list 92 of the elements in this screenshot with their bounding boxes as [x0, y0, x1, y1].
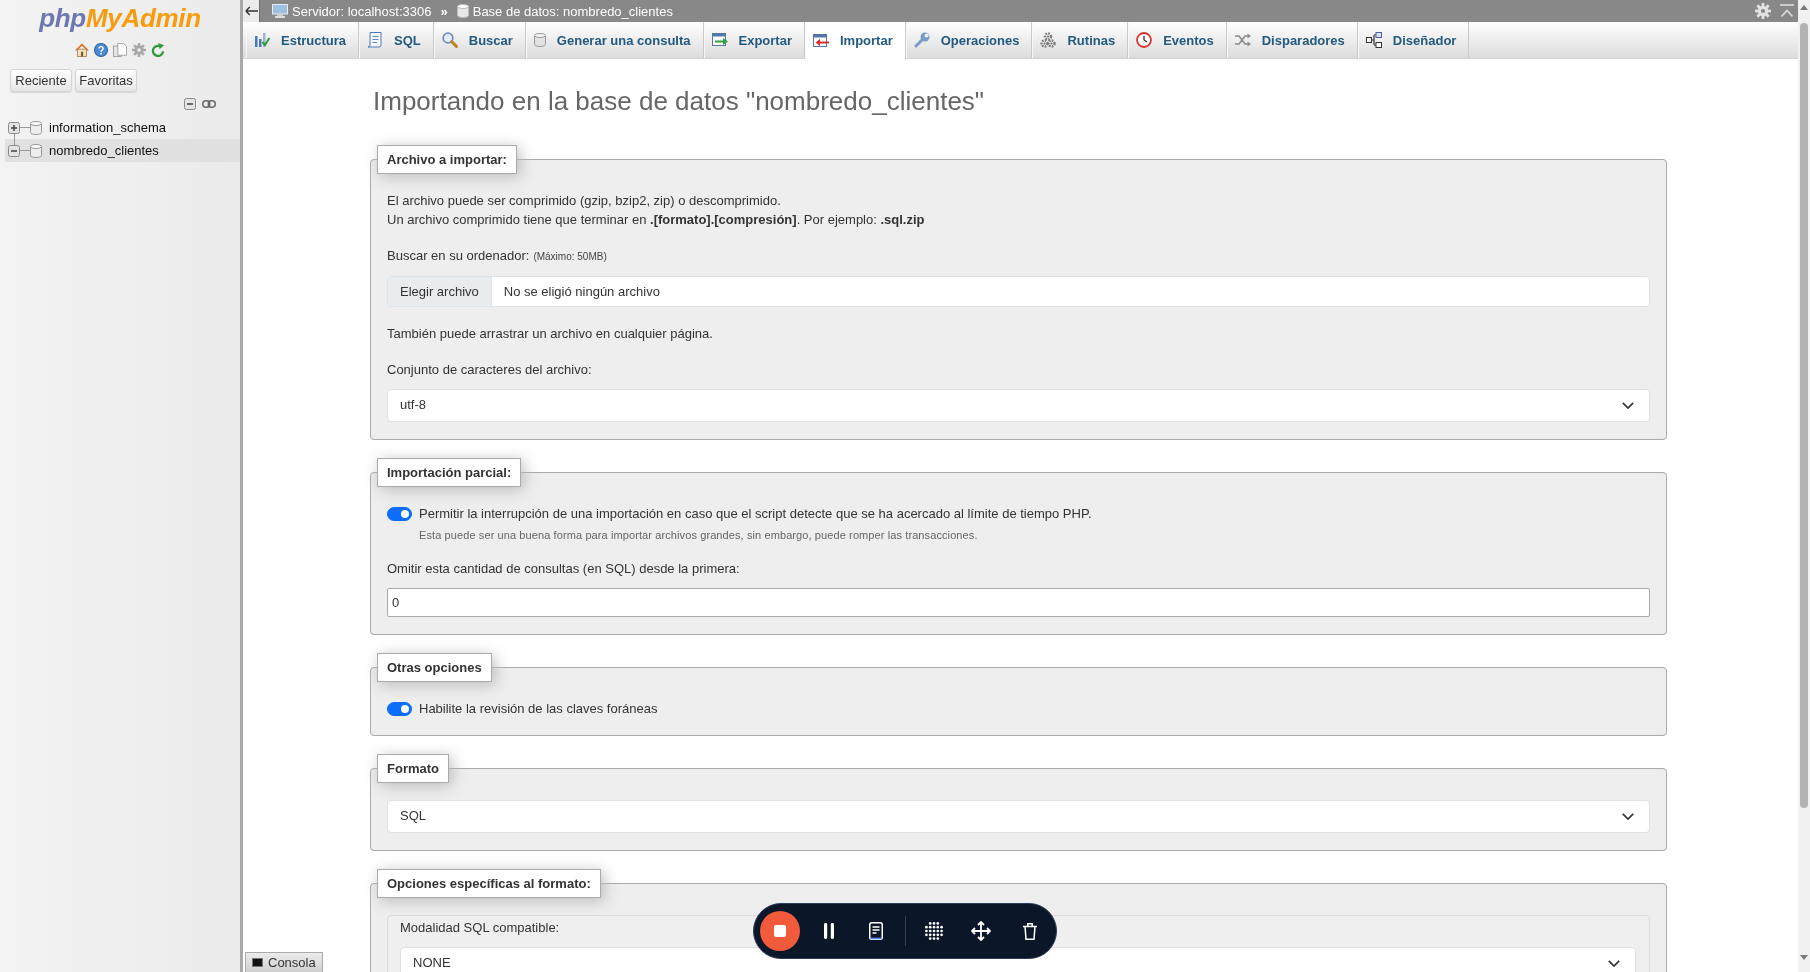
field-label: Buscar en su ordenador:	[387, 247, 530, 265]
move-icon	[971, 921, 991, 941]
trash-icon	[1023, 922, 1037, 940]
chevron-down-icon	[1608, 960, 1620, 967]
tab[interactable]: Operaciones	[905, 22, 1033, 58]
tab[interactable]: Importar	[804, 22, 906, 59]
tab[interactable]: Rutinas	[1032, 22, 1129, 58]
tab[interactable]: Eventos	[1128, 22, 1227, 58]
wrench-icon	[913, 32, 930, 48]
grid-button[interactable]	[925, 922, 943, 940]
link-icon[interactable]	[202, 100, 216, 108]
terminal-icon	[252, 958, 263, 967]
home-icon[interactable]	[75, 43, 89, 57]
field-label: Modalidad SQL compatible:	[400, 919, 560, 937]
minus-box-icon[interactable]	[8, 144, 20, 157]
tab[interactable]: Diseñador	[1357, 22, 1470, 58]
database-icon	[456, 4, 469, 18]
toggle-switch[interactable]	[387, 701, 412, 716]
section-legend: Archivo a importar:	[377, 145, 517, 174]
tab[interactable]: Exportar	[703, 22, 805, 58]
tab[interactable]: Estructura	[246, 22, 360, 58]
tab[interactable]: SQL	[359, 22, 434, 58]
stop-icon	[760, 911, 800, 951]
diagram-icon	[1365, 32, 1382, 48]
field-label: Omitir esta cantidad de consultas (en SQL) desde la primera:	[387, 560, 740, 578]
note-button[interactable]	[869, 922, 883, 940]
breadcrumb-separator: »	[440, 3, 448, 19]
pause-button[interactable]	[824, 923, 834, 939]
documents-icon[interactable]	[113, 43, 127, 57]
clock-icon	[1136, 32, 1153, 48]
chevron-down-icon	[1622, 402, 1634, 409]
scrollbar[interactable]	[1798, 0, 1810, 972]
shuffle-icon	[1234, 33, 1251, 47]
delete-button[interactable]	[1023, 922, 1037, 940]
nav-button[interactable]: Favoritas	[75, 69, 137, 92]
section-legend: Opciones específicas al formato:	[377, 869, 601, 898]
tree-item[interactable]: information_schema	[5, 116, 240, 139]
note-icon	[869, 922, 883, 940]
toggle-label: Habilite la revisión de las claves foráneas	[419, 700, 658, 718]
export-icon	[711, 33, 728, 47]
database-icon	[30, 143, 42, 158]
number-input[interactable]: 0	[387, 588, 1650, 617]
choose-file-button[interactable]: Elegir archivo	[388, 277, 492, 306]
page-title: Importando en la base de datos "nombredo_clientes"	[373, 86, 986, 116]
dropdown-select[interactable]: SQL	[387, 800, 1650, 833]
caret-down-icon[interactable]	[1800, 955, 1808, 960]
hint-text: Esta puede ser una buena forma para importar archivos grandes, sin embargo, puede romper las transacciones.	[419, 528, 979, 542]
field-label: Conjunto de caracteres del archivo:	[387, 361, 592, 379]
tab[interactable]: Generar una consulta	[525, 22, 704, 58]
document-icon	[367, 32, 384, 48]
database-icon	[30, 120, 42, 135]
move-button[interactable]	[971, 921, 991, 941]
help-text: El archivo puede ser comprimido (gzip, bzip2, zip) o descomprimido. Un archivo comprimido tiene que terminar en .[formato].[compresión]. Por ejemplo: .sql.zip	[387, 192, 926, 229]
section-legend: Otras opciones	[377, 653, 492, 682]
database-name: information_schema	[49, 120, 167, 135]
search-icon	[441, 32, 458, 48]
breadcrumb-link[interactable]: Servidor: localhost:3306	[292, 3, 432, 19]
server-icon	[272, 4, 288, 18]
collapse-up-icon[interactable]	[1780, 4, 1794, 18]
toggle-label: Permitir la interrupción de una importación en caso que el script detecte que se ha acercado al límite de tiempo PHP.	[419, 505, 1092, 523]
logo-text[interactable]: phpMyAdmin	[39, 3, 201, 33]
section-legend: Formato	[377, 754, 449, 783]
scrollbar-thumb[interactable]	[1800, 23, 1808, 808]
tab[interactable]: Buscar	[433, 22, 526, 58]
toggle-switch[interactable]	[387, 506, 412, 521]
back-button[interactable]	[243, 0, 260, 22]
section-legend: Importación parcial:	[377, 458, 522, 487]
breadcrumb-link[interactable]: Base de datos: nombredo_clientes	[472, 3, 673, 19]
file-name-text: No se eligió ningún archivo	[502, 283, 660, 301]
tab[interactable]: Disparadores	[1226, 22, 1358, 58]
database-icon	[533, 33, 546, 47]
size-limit-note: (Máximo: 50MB)	[533, 250, 607, 264]
console-tab[interactable]: Consola	[245, 952, 323, 972]
nav-button[interactable]: Reciente	[10, 69, 72, 92]
structure-icon	[254, 32, 270, 48]
database-name: nombredo_clientes	[49, 143, 159, 158]
reload-icon[interactable]	[151, 43, 165, 57]
file-input[interactable]: Elegir archivo No se eligió ningún archivo	[387, 276, 1650, 307]
help-text: También puede arrastrar un archivo en cualquier página.	[387, 325, 714, 343]
import-icon	[812, 33, 829, 48]
plus-box-icon[interactable]	[8, 121, 20, 134]
help-icon[interactable]	[94, 43, 108, 57]
dropdown-select[interactable]: utf-8	[387, 389, 1650, 422]
pause-icon	[824, 923, 834, 939]
gears-icon	[1040, 32, 1057, 48]
arrow-left-icon	[244, 6, 258, 16]
grid-dots-icon	[925, 922, 943, 940]
chevron-down-icon	[1622, 813, 1634, 820]
caret-up-icon[interactable]	[1800, 5, 1808, 10]
collapse-all-icon[interactable]	[184, 98, 196, 110]
stop-button[interactable]	[760, 911, 800, 951]
settings-icon[interactable]	[1755, 3, 1771, 19]
